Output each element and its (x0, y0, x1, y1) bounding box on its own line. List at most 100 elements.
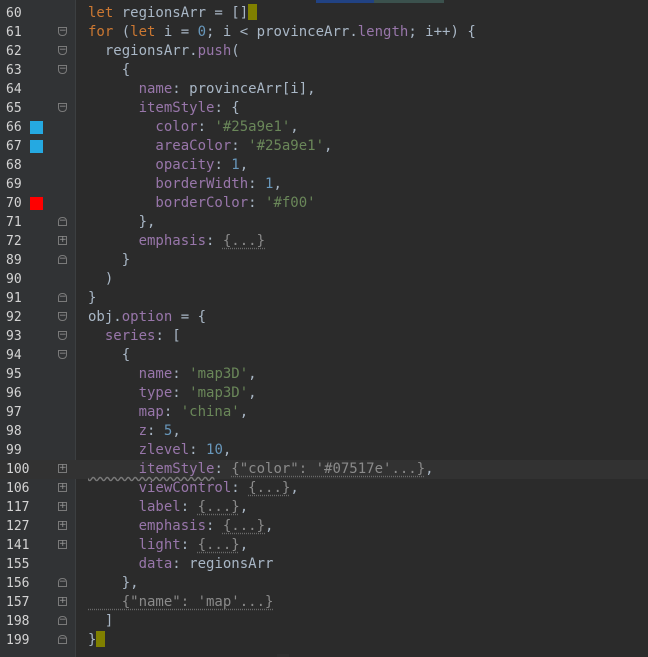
folded-region[interactable]: {"color": '#07517e'...} (231, 461, 425, 477)
line-number: 89 (6, 253, 22, 268)
code-line[interactable]: 72 + emphasis: {...} (0, 232, 648, 251)
fold-expand-icon[interactable]: + (58, 236, 67, 245)
code-text[interactable]: }, (88, 574, 139, 593)
code-line[interactable]: 100 + itemStyle: {"color": '#07517e'...}, (0, 460, 648, 479)
code-line[interactable]: 60 let regionsArr = [] (0, 4, 648, 23)
fold-collapse-icon[interactable]: − (58, 312, 67, 321)
code-text[interactable]: { (88, 61, 130, 80)
fold-expand-icon[interactable]: + (58, 597, 67, 606)
code-text[interactable]: let regionsArr = [] (88, 4, 258, 23)
code-text[interactable]: opacity: 1, (88, 156, 248, 175)
code-text[interactable]: borderColor: '#f00' (88, 194, 315, 213)
fold-end-icon[interactable]: − (58, 255, 67, 264)
code-text[interactable]: type: 'map3D', (88, 384, 257, 403)
code-line[interactable]: 98 z: 5, (0, 422, 648, 441)
fold-end-icon[interactable]: − (58, 578, 67, 587)
code-line[interactable]: 99 zlevel: 10, (0, 441, 648, 460)
fold-collapse-icon[interactable]: − (58, 65, 67, 74)
code-line[interactable]: 95 name: 'map3D', (0, 365, 648, 384)
fold-expand-icon[interactable]: + (58, 483, 67, 492)
code-line[interactable]: 70 borderColor: '#f00' (0, 194, 648, 213)
folded-region[interactable]: {...} (223, 233, 265, 249)
code-line[interactable]: 71 − }, (0, 213, 648, 232)
code-text[interactable]: obj.option = { (88, 308, 206, 327)
code-line[interactable]: 94 − { (0, 346, 648, 365)
code-text[interactable]: ] (88, 612, 113, 631)
fold-collapse-icon[interactable]: − (58, 331, 67, 340)
code-text[interactable]: }, (88, 213, 156, 232)
code-line[interactable]: 127 + emphasis: {...}, (0, 517, 648, 536)
code-text[interactable]: areaColor: '#25a9e1', (88, 137, 332, 156)
code-text[interactable]: viewControl: {...}, (88, 479, 299, 498)
fold-end-icon[interactable]: − (58, 293, 67, 302)
fold-end-icon[interactable]: − (58, 616, 67, 625)
code-text[interactable]: regionsArr.push( (88, 42, 240, 61)
code-line[interactable]: 155 data: regionsArr (0, 555, 648, 574)
code-line[interactable]: 62 − regionsArr.push( (0, 42, 648, 61)
code-text[interactable]: emphasis: {...}, (88, 517, 274, 536)
fold-collapse-icon[interactable]: − (58, 46, 67, 55)
code-text[interactable]: itemStyle: { (88, 99, 240, 118)
code-text[interactable]: series: [ (88, 327, 181, 346)
code-text[interactable]: name: provinceArr[i], (88, 80, 316, 99)
folded-region[interactable]: {...} (198, 537, 240, 553)
folded-region[interactable]: {...} (198, 499, 240, 515)
fold-end-icon[interactable]: − (58, 217, 67, 226)
code-text[interactable]: map: 'china', (88, 403, 249, 422)
code-text[interactable]: color: '#25a9e1', (88, 118, 298, 137)
fold-expand-icon[interactable]: + (58, 521, 67, 530)
code-line[interactable]: 198 − ] (0, 612, 648, 631)
fold-expand-icon[interactable]: + (58, 464, 67, 473)
fold-end-icon[interactable]: − (58, 635, 67, 644)
code-text[interactable]: name: 'map3D', (88, 365, 257, 384)
code-line[interactable]: 157 + {"name": 'map'...} (0, 593, 648, 612)
code-line[interactable]: 141 + light: {...}, (0, 536, 648, 555)
code-line[interactable]: 64 name: provinceArr[i], (0, 80, 648, 99)
code-line[interactable]: 97 map: 'china', (0, 403, 648, 422)
code-text[interactable]: label: {...}, (88, 498, 249, 517)
code-line[interactable]: 65 − itemStyle: { (0, 99, 648, 118)
code-text[interactable]: { (88, 346, 130, 365)
code-text[interactable]: data: regionsArr (88, 555, 274, 574)
folded-region[interactable]: {...} (223, 518, 265, 534)
fold-collapse-icon[interactable]: − (58, 27, 67, 36)
code-editor[interactable]: 60 let regionsArr = [] 61− for (let i = 0; … (0, 0, 648, 657)
code-line[interactable]: 67 areaColor: '#25a9e1', (0, 137, 648, 156)
code-line[interactable]: 91 −} (0, 289, 648, 308)
code-text[interactable]: light: {...}, (88, 536, 249, 555)
code-line[interactable]: 69 borderWidth: 1, (0, 175, 648, 194)
code-text[interactable]: ) (88, 270, 113, 289)
code-line[interactable]: 199 −} (0, 631, 648, 650)
code-text[interactable]: zlevel: 10, (88, 441, 232, 460)
code-line[interactable]: 93 − series: [ (0, 327, 648, 346)
code-line[interactable]: 63 − { (0, 61, 648, 80)
code-text[interactable]: emphasis: {...} (88, 232, 265, 251)
code-text[interactable]: } (88, 289, 96, 308)
code-line[interactable]: 96 type: 'map3D', (0, 384, 648, 403)
code-line[interactable]: 66 color: '#25a9e1', (0, 118, 648, 137)
code-text[interactable]: {"name": 'map'...} (88, 593, 274, 612)
code-lines[interactable]: 60 let regionsArr = [] 61− for (let i = 0; … (0, 4, 648, 650)
folded-region[interactable]: {"name": 'map'...} (88, 594, 274, 610)
code-text[interactable]: borderWidth: 1, (88, 175, 281, 194)
fold-expand-icon[interactable]: + (58, 540, 67, 549)
code-text[interactable]: z: 5, (88, 422, 181, 441)
code-text[interactable]: } (88, 631, 106, 650)
code-line[interactable]: 92 − obj.option = { (0, 308, 648, 327)
code-line[interactable]: 61 − for (let i = 0; i < provinceArr.lengt… (0, 23, 648, 42)
code-line[interactable]: 89 − } (0, 251, 648, 270)
line-number: 97 (6, 405, 22, 420)
code-text[interactable]: } (88, 251, 130, 270)
fold-expand-icon[interactable]: + (58, 502, 67, 511)
line-number: 99 (6, 443, 22, 458)
folded-region[interactable]: {...} (248, 480, 290, 496)
code-text[interactable]: for (let i = 0; i < provinceArr.length; … (88, 23, 476, 42)
code-line[interactable]: 68 opacity: 1, (0, 156, 648, 175)
code-line[interactable]: 106 + viewControl: {...}, (0, 479, 648, 498)
fold-collapse-icon[interactable]: − (58, 350, 67, 359)
code-line[interactable]: 90 ) (0, 270, 648, 289)
code-line[interactable]: 117 + label: {...}, (0, 498, 648, 517)
code-line[interactable]: 156 − }, (0, 574, 648, 593)
fold-collapse-icon[interactable]: − (58, 103, 67, 112)
code-text[interactable]: itemStyle: {"color": '#07517e'...}, (88, 460, 434, 479)
